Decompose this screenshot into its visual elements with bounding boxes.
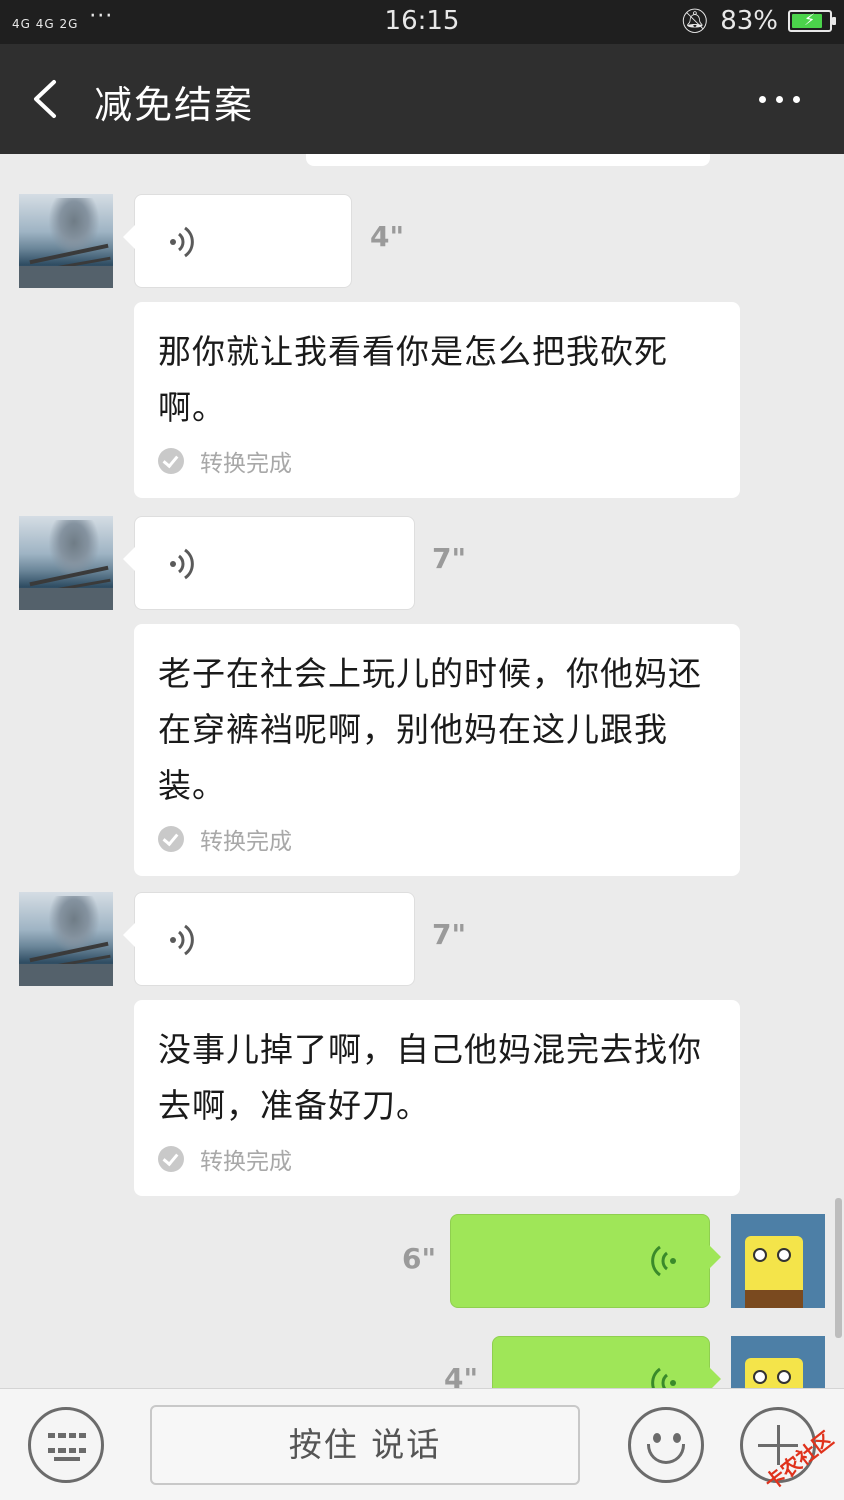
voice-message-bubble[interactable]	[123, 194, 352, 288]
voice-duration: 6"	[402, 1242, 437, 1275]
chat-scrollbar[interactable]	[835, 1198, 842, 1338]
voice-duration: 4"	[444, 1362, 479, 1388]
transcript-status: 转换完成	[200, 451, 292, 477]
voice-message-bubble[interactable]	[123, 516, 415, 610]
voice-wave-icon	[170, 924, 194, 956]
voice-wave-icon	[170, 226, 194, 258]
transcript-status: 转换完成	[200, 829, 292, 855]
chat-header: 减免结案	[0, 44, 844, 154]
bell-mute-icon: 🔕︎	[679, 7, 711, 35]
voice-message-bubble[interactable]	[123, 892, 415, 986]
keyboard-icon[interactable]	[28, 1407, 104, 1483]
check-circle-icon	[158, 826, 184, 852]
voice-duration: 7"	[432, 918, 467, 951]
voice-transcript-card: 没事儿掉了啊，自己他妈混完去找你去啊，准备好刀。 转换完成	[134, 1000, 740, 1196]
voice-message-bubble-outgoing[interactable]	[450, 1214, 721, 1308]
transcript-text: 没事儿掉了啊，自己他妈混完去找你去啊，准备好刀。	[158, 1030, 702, 1125]
input-bar: 按住 说话 卡农社区	[0, 1388, 844, 1500]
contact-avatar[interactable]	[19, 516, 113, 610]
voice-wave-icon	[170, 548, 194, 580]
voice-duration: 7"	[432, 542, 467, 575]
battery-icon: ⚡	[788, 10, 836, 32]
contact-avatar[interactable]	[19, 194, 113, 288]
voice-duration: 4"	[370, 220, 405, 253]
my-avatar[interactable]	[731, 1214, 825, 1308]
voice-transcript-card: 那你就让我看看你是怎么把我砍死啊。 转换完成	[134, 302, 740, 498]
voice-wave-icon	[651, 1367, 676, 1388]
voice-wave-icon	[651, 1245, 676, 1277]
check-circle-icon	[158, 448, 184, 474]
hold-to-talk-button[interactable]: 按住 说话	[150, 1405, 580, 1485]
chevron-left-icon[interactable]	[22, 74, 68, 124]
voice-transcript-card: 老子在社会上玩儿的时候，你他妈还在穿裤裆呢啊，别他妈在这儿跟我装。 转换完成	[134, 624, 740, 876]
emoji-icon[interactable]	[628, 1407, 704, 1483]
transcript-status: 转换完成	[200, 1149, 292, 1175]
battery-percent: 83%	[720, 6, 778, 36]
chat-title: 减免结案	[94, 83, 255, 127]
voice-message-bubble-outgoing[interactable]	[492, 1336, 721, 1388]
transcript-text: 老子在社会上玩儿的时候，你他妈还在穿裤裆呢啊，别他妈在这儿跟我装。	[158, 654, 702, 805]
chat-history[interactable]: 4" 那你就让我看看你是怎么把我砍死啊。 转换完成 7" 老子在社会上玩儿的时候…	[0, 154, 844, 1388]
contact-avatar[interactable]	[19, 892, 113, 986]
previous-message-bubble	[306, 154, 710, 166]
my-avatar[interactable]	[731, 1336, 825, 1388]
check-circle-icon	[158, 1146, 184, 1172]
transcript-text: 那你就让我看看你是怎么把我砍死啊。	[158, 332, 668, 427]
status-bar: 4G 4G 2G ··· 16:15 🔕︎ 83% ⚡	[0, 0, 844, 44]
more-horizontal-icon[interactable]	[759, 96, 800, 103]
